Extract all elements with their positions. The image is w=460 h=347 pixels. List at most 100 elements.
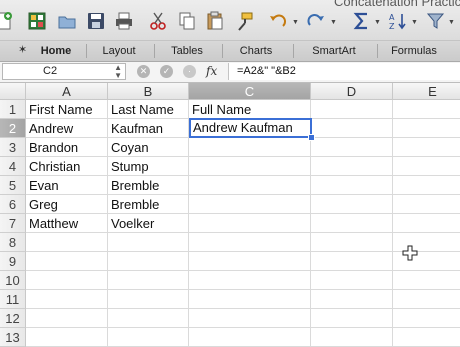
cell-d5[interactable] [311, 176, 393, 195]
cell-a9[interactable] [26, 252, 108, 271]
undo-dropdown-icon[interactable]: ▼ [292, 19, 299, 26]
insert-function-button[interactable]: fx [206, 64, 217, 78]
new-workbook-icon[interactable] [0, 11, 14, 31]
autosum-icon[interactable] [352, 11, 372, 31]
cell-b2[interactable]: Kaufman [108, 119, 189, 138]
tab-charts[interactable]: Charts [226, 41, 286, 61]
cell-a4[interactable]: Christian [26, 157, 108, 176]
confirm-formula-icon[interactable]: ✓ [160, 65, 173, 78]
row-header-9[interactable]: 9 [0, 252, 26, 271]
cell-d4[interactable] [311, 157, 393, 176]
cell-b1[interactable]: Last Name [108, 100, 189, 119]
cell-a6[interactable]: Greg [26, 195, 108, 214]
row-header-1[interactable]: 1 [0, 100, 26, 119]
cell-e11[interactable] [393, 290, 460, 309]
format-painter-icon[interactable] [234, 11, 254, 31]
open-folder-icon[interactable] [57, 11, 77, 31]
cell-e13[interactable] [393, 328, 460, 347]
row-header-12[interactable]: 12 [0, 309, 26, 328]
cell-d12[interactable] [311, 309, 393, 328]
cell-d7[interactable] [311, 214, 393, 233]
cell-c4[interactable] [189, 157, 311, 176]
cell-e10[interactable] [393, 271, 460, 290]
cell-a12[interactable] [26, 309, 108, 328]
cell-a3[interactable]: Brandon [26, 138, 108, 157]
name-box[interactable]: C2 ▲ ▼ [2, 63, 126, 80]
undo-icon[interactable] [268, 11, 288, 31]
row-header-5[interactable]: 5 [0, 176, 26, 195]
cell-c7[interactable] [189, 214, 311, 233]
cell-b6[interactable]: Bremble [108, 195, 189, 214]
cell-a1[interactable]: First Name [26, 100, 108, 119]
cell-d8[interactable] [311, 233, 393, 252]
filter-dropdown-icon[interactable]: ▼ [448, 19, 455, 26]
cell-e1[interactable] [393, 100, 460, 119]
cell-e7[interactable] [393, 214, 460, 233]
cell-e2[interactable] [393, 119, 460, 138]
cell-d1[interactable] [311, 100, 393, 119]
cell-c13[interactable] [189, 328, 311, 347]
cell-a5[interactable]: Evan [26, 176, 108, 195]
cell-d10[interactable] [311, 271, 393, 290]
tab-formulas[interactable]: Formulas [381, 41, 447, 61]
cell-c11[interactable] [189, 290, 311, 309]
tab-layout[interactable]: Layout [90, 41, 148, 61]
cell-d13[interactable] [311, 328, 393, 347]
cell-b9[interactable] [108, 252, 189, 271]
cell-b13[interactable] [108, 328, 189, 347]
row-header-3[interactable]: 3 [0, 138, 26, 157]
cell-c2[interactable]: Andrew Kaufman [189, 118, 312, 138]
cell-b3[interactable]: Coyan [108, 138, 189, 157]
column-header-d[interactable]: D [311, 83, 393, 100]
cell-c6[interactable] [189, 195, 311, 214]
row-header-8[interactable]: 8 [0, 233, 26, 252]
cell-b10[interactable] [108, 271, 189, 290]
row-header-4[interactable]: 4 [0, 157, 26, 176]
paste-icon[interactable] [205, 11, 225, 31]
cancel-formula-icon[interactable]: ✕ [137, 65, 150, 78]
cell-a8[interactable] [26, 233, 108, 252]
column-header-c[interactable]: C [189, 83, 311, 100]
cell-a2[interactable]: Andrew [26, 119, 108, 138]
row-header-10[interactable]: 10 [0, 271, 26, 290]
cut-icon[interactable] [148, 11, 168, 31]
copy-icon[interactable] [177, 11, 197, 31]
cell-b5[interactable]: Bremble [108, 176, 189, 195]
cell-c8[interactable] [189, 233, 311, 252]
tab-tables[interactable]: Tables [158, 41, 216, 61]
sort-dropdown-icon[interactable]: ▼ [411, 19, 418, 26]
row-header-13[interactable]: 13 [0, 328, 26, 347]
row-header-11[interactable]: 11 [0, 290, 26, 309]
cell-a7[interactable]: Matthew [26, 214, 108, 233]
cell-d2[interactable] [311, 119, 393, 138]
row-header-6[interactable]: 6 [0, 195, 26, 214]
save-icon[interactable] [86, 11, 106, 31]
cell-c5[interactable] [189, 176, 311, 195]
column-header-a[interactable]: A [26, 83, 108, 100]
cell-c1[interactable]: Full Name [189, 100, 311, 119]
cell-a10[interactable] [26, 271, 108, 290]
row-header-2[interactable]: 2 [0, 119, 26, 138]
cell-e5[interactable] [393, 176, 460, 195]
sort-icon[interactable]: AZ [388, 11, 408, 31]
column-header-b[interactable]: B [108, 83, 189, 100]
formula-input[interactable]: =A2&" "&B2 [228, 63, 460, 80]
cell-b7[interactable]: Voelker [108, 214, 189, 233]
redo-icon[interactable] [306, 11, 326, 31]
redo-dropdown-icon[interactable]: ▼ [330, 19, 337, 26]
cell-e4[interactable] [393, 157, 460, 176]
autosum-dropdown-icon[interactable]: ▼ [374, 19, 381, 26]
cell-d6[interactable] [311, 195, 393, 214]
cell-c10[interactable] [189, 271, 311, 290]
fill-handle[interactable] [308, 134, 315, 141]
print-icon[interactable] [114, 11, 134, 31]
cell-a13[interactable] [26, 328, 108, 347]
cell-c3[interactable] [189, 138, 311, 157]
cell-c12[interactable] [189, 309, 311, 328]
cell-b12[interactable] [108, 309, 189, 328]
formula-builder-icon[interactable]: · [183, 65, 196, 78]
cell-a11[interactable] [26, 290, 108, 309]
cell-d9[interactable] [311, 252, 393, 271]
cell-b11[interactable] [108, 290, 189, 309]
cell-b8[interactable] [108, 233, 189, 252]
